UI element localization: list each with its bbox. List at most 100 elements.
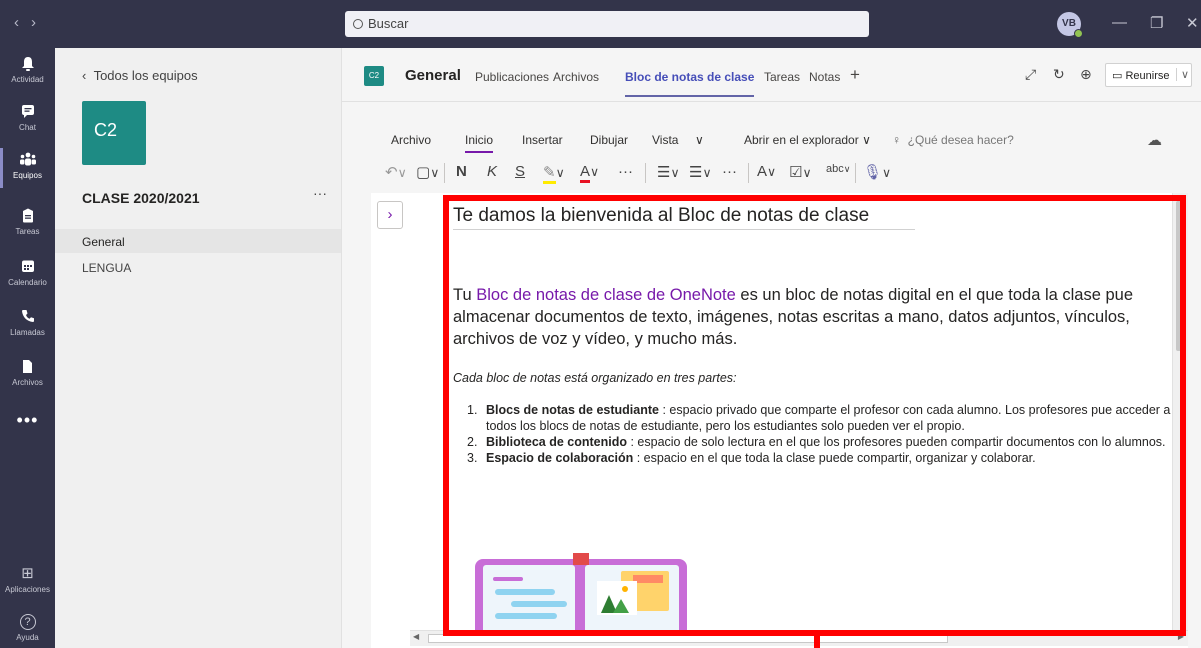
chevron-left-icon: ‹ [82, 68, 94, 83]
rail-item-chat[interactable]: Chat [0, 96, 55, 144]
spelling-icon[interactable]: abc∨ [826, 163, 850, 175]
lightbulb-icon: ♀ [892, 133, 901, 147]
all-teams-link[interactable]: ‹ Todos los equipos [82, 68, 198, 83]
rail-label: Chat [19, 123, 36, 132]
rail-item-archivos[interactable]: Archivos [0, 351, 55, 399]
rail-item-equipos[interactable]: Equipos [0, 144, 55, 192]
tab-bloc-de-notas[interactable]: Bloc de notas de clase [625, 70, 755, 97]
search-input[interactable]: Buscar [345, 11, 869, 37]
assignments-icon [0, 208, 55, 224]
tab-notas[interactable]: Notas [809, 70, 840, 84]
tell-me-search[interactable]: ♀ ¿Qué desea hacer? [892, 133, 1014, 147]
rail-item-tareas[interactable]: Tareas [0, 200, 55, 248]
ribbon-tab-dibujar[interactable]: Dibujar [590, 133, 628, 147]
rail-item-calendario[interactable]: Calendario [0, 251, 55, 299]
teams-icon [0, 152, 55, 168]
back-arrow-icon[interactable]: ‹ [14, 14, 31, 31]
tags-icon[interactable]: ☑∨ [789, 163, 812, 181]
app-rail: Actividad Chat Equipos Tareas Calendario… [0, 48, 55, 648]
ribbon-tab-insertar[interactable]: Insertar [522, 133, 563, 147]
chevron-down-icon[interactable]: ∨ [1176, 68, 1189, 81]
bold-icon[interactable]: N [456, 163, 467, 180]
files-icon [0, 359, 55, 375]
team-tile: C2 [82, 101, 146, 165]
ribbon-tab-archivo[interactable]: Archivo [391, 133, 431, 147]
more-apps-icon[interactable]: ••• [0, 410, 55, 431]
search-icon [353, 19, 363, 29]
annotation-pointer-line [814, 636, 820, 648]
meet-button[interactable]: ▭ Reunirse ∨ [1105, 63, 1192, 87]
paste-icon[interactable]: ▢∨ [416, 163, 439, 181]
scroll-thumb[interactable] [1176, 201, 1185, 351]
font-color-icon[interactable]: A∨ [580, 163, 599, 183]
team-panel: ‹ Todos los equipos C2 CLASE 2020/2021 ·… [55, 48, 342, 648]
divider [855, 163, 856, 183]
expand-navigation-button[interactable]: › [377, 201, 403, 229]
globe-icon[interactable]: ⊕ [1080, 66, 1092, 83]
tab-archivos[interactable]: Archivos [553, 70, 599, 84]
divider [444, 163, 445, 183]
scroll-right-icon[interactable]: ▶ [1178, 632, 1184, 641]
underline-icon[interactable]: S [515, 163, 525, 180]
restore-icon[interactable]: ❐ [1150, 14, 1163, 32]
open-in-explorer-button[interactable]: Abrir en el explorador ∨ [744, 133, 871, 147]
team-more-options-icon[interactable]: ··· [313, 185, 327, 201]
scroll-left-icon[interactable]: ◀ [413, 632, 419, 641]
channel-item-lengua[interactable]: LENGUA [55, 255, 341, 279]
tab-publicaciones[interactable]: Publicaciones [475, 70, 549, 84]
search-placeholder: Buscar [368, 16, 409, 31]
team-name: CLASE 2020/2021 [82, 190, 200, 206]
undo-icon[interactable]: ↶∨ [385, 163, 407, 181]
highlight-icon[interactable]: ✎∨ [543, 163, 565, 184]
all-teams-label: Todos los equipos [93, 68, 198, 83]
minimize-icon[interactable]: — [1112, 14, 1127, 31]
ribbon-more-chevron-icon[interactable]: ∨ [695, 133, 704, 147]
apps-icon: ⊞ [21, 565, 34, 582]
video-camera-icon: ▭ [1112, 70, 1126, 82]
list-item-title: Blocs de notas de estudiante [486, 403, 659, 417]
list-number: 2. [467, 435, 478, 449]
ribbon-tab-vista[interactable]: Vista [652, 133, 678, 147]
more-format-icon[interactable]: ··· [618, 163, 633, 180]
divider [645, 163, 646, 183]
avatar[interactable]: VB [1057, 12, 1083, 38]
meet-label: Reunirse [1125, 70, 1170, 82]
onenote-class-notebook-link[interactable]: Bloc de notas de clase de OneNote [476, 286, 736, 304]
expand-icon[interactable]: ⤢ [1025, 66, 1036, 83]
refresh-icon[interactable]: ↻ [1053, 66, 1065, 83]
rail-item-ayuda[interactable]: ? Ayuda [0, 606, 55, 648]
italic-icon[interactable]: K [487, 163, 497, 180]
title-bar: ‹› Buscar VB — ❐ ✕ [0, 0, 1201, 48]
rail-label: Llamadas [10, 328, 45, 337]
horizontal-scrollbar[interactable]: ◀ ▶ [410, 630, 1188, 646]
rail-item-aplicaciones[interactable]: ⊞ Aplicaciones [0, 558, 55, 606]
dictate-icon[interactable]: 🎙∨ [863, 163, 891, 181]
rail-label: Calendario [8, 278, 47, 287]
rail-label: Tareas [15, 227, 40, 236]
channel-item-general[interactable]: General [55, 229, 341, 253]
list-item-text: : espacio de solo lectura en el que los … [627, 435, 1166, 449]
vertical-scrollbar[interactable] [1172, 193, 1188, 630]
rail-item-actividad[interactable]: Actividad [0, 48, 55, 96]
close-icon[interactable]: ✕ [1186, 14, 1199, 32]
bell-icon [0, 56, 55, 72]
phone-icon [0, 309, 55, 325]
organization-note: Cada bloc de notas está organizado en tr… [453, 371, 737, 385]
bullets-icon[interactable]: ☰∨ [657, 163, 680, 181]
scroll-thumb[interactable] [428, 634, 948, 643]
styles-icon[interactable]: A∨ [757, 163, 776, 180]
add-tab-icon[interactable]: + [850, 65, 860, 85]
rail-label: Archivos [12, 378, 43, 387]
list-number: 3. [467, 451, 478, 465]
rail-item-llamadas[interactable]: Llamadas [0, 301, 55, 349]
onenote-ribbon: Archivo Inicio Insertar Dibujar Vista ∨ … [342, 103, 1201, 193]
rail-label: Ayuda [16, 633, 39, 642]
rail-label: Equipos [13, 171, 42, 180]
tab-tareas[interactable]: Tareas [764, 70, 800, 84]
numbering-icon[interactable]: ☰∨ [689, 163, 712, 181]
forward-arrow-icon[interactable]: › [31, 14, 48, 31]
channel-name: General [405, 67, 461, 84]
more-paragraph-icon[interactable]: ··· [722, 163, 737, 180]
ribbon-tab-inicio[interactable]: Inicio [465, 133, 494, 153]
page-title: Te damos la bienvenida al Bloc de notas … [453, 205, 915, 230]
